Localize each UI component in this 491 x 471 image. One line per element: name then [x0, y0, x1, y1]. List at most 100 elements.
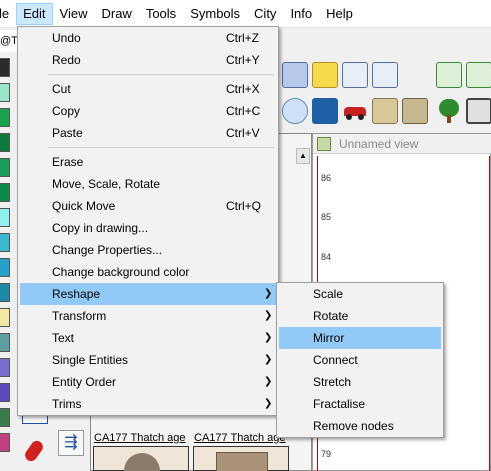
gear-icon[interactable] [282, 98, 308, 124]
check-doc-icon[interactable] [372, 62, 398, 88]
menu-item-scale[interactable]: Scale [279, 283, 441, 305]
color-swatch[interactable] [0, 283, 10, 302]
menu-item-shortcut: Ctrl+Z [226, 31, 259, 45]
menu-item-copy[interactable]: Copy Ctrl+C [20, 100, 276, 122]
menu-item-redo[interactable]: Redo Ctrl+Y [20, 49, 276, 71]
menu-item-shortcut: Ctrl+C [226, 104, 261, 118]
menu-item-move-scale-rotate[interactable]: Move, Scale, Rotate [20, 173, 276, 195]
menu-item-label: Rotate [313, 309, 349, 323]
menu-item-label: Reshape [52, 287, 101, 301]
color-swatch[interactable] [0, 333, 10, 352]
app-window: { "menubar": { "items": [ {"label": "le"… [0, 0, 491, 471]
menu-edit[interactable]: Edit [16, 2, 53, 25]
edit-menu: Undo Ctrl+Z Redo Ctrl+Y Cut Ctrl+X Copy … [17, 26, 279, 416]
color-swatch[interactable] [0, 308, 10, 327]
menu-city[interactable]: City [247, 3, 283, 25]
view-title: Unnamed view [313, 134, 491, 154]
menu-tools[interactable]: Tools [139, 3, 183, 25]
color-swatch[interactable] [0, 183, 10, 202]
menu-item-label: Redo [52, 53, 81, 67]
menu-item-label: Move, Scale, Rotate [52, 177, 161, 191]
color-swatch[interactable] [0, 58, 10, 77]
color-swatch[interactable] [0, 233, 10, 252]
menu-help[interactable]: Help [319, 3, 360, 25]
menu-view[interactable]: View [53, 3, 95, 25]
menu-item-fractalise[interactable]: Fractalise [279, 393, 441, 415]
menu-item-change-background-color[interactable]: Change background color [20, 261, 276, 283]
menu-item-quick-move[interactable]: Quick Move Ctrl+Q [20, 195, 276, 217]
extinguisher-icon[interactable] [22, 434, 46, 464]
menu-separator [48, 147, 274, 148]
ruler-label: 85 [321, 212, 332, 222]
cabinet-icon[interactable] [372, 98, 398, 124]
menu-item-label: Remove nodes [313, 419, 394, 433]
menu-item-label: Entity Order [52, 375, 117, 389]
menu-item-label: Mirror [313, 331, 345, 345]
color-swatch[interactable] [0, 383, 10, 402]
menu-item-trims[interactable]: Trims ❯ [20, 393, 276, 415]
color-swatch[interactable] [0, 108, 10, 127]
symbol-thumbnail[interactable] [93, 446, 189, 471]
menu-item-label: Transform [52, 309, 107, 323]
film-icon[interactable] [402, 98, 428, 124]
frame-icon[interactable] [466, 98, 491, 124]
color-swatch[interactable] [0, 158, 10, 177]
view-icon [317, 137, 331, 151]
submenu-arrow-icon: ❯ [264, 354, 273, 365]
menu-item-label: Cut [52, 82, 71, 96]
split-arrows-icon[interactable]: ⇶ [58, 430, 84, 456]
menu-item-undo[interactable]: Undo Ctrl+Z [20, 27, 276, 49]
menu-item-stretch[interactable]: Stretch [279, 371, 441, 393]
forward-doc-icon[interactable] [466, 62, 491, 88]
color-swatch-strip [0, 58, 14, 458]
menu-item-remove-nodes[interactable]: Remove nodes [279, 415, 441, 437]
menu-item-label: Change background color [52, 265, 190, 279]
hut-icon [124, 453, 160, 471]
menu-item-connect[interactable]: Connect [279, 349, 441, 371]
color-swatch[interactable] [0, 358, 10, 377]
settings-doc-icon[interactable] [282, 62, 308, 88]
scroll-up-arrow-icon[interactable]: ▲ [296, 148, 310, 164]
hourglass-icon[interactable] [312, 98, 338, 124]
color-swatch[interactable] [0, 208, 10, 227]
menu-item-text[interactable]: Text ❯ [20, 327, 276, 349]
menu-item-copy-in-drawing[interactable]: Copy in drawing... [20, 217, 276, 239]
color-swatch[interactable] [0, 83, 10, 102]
menu-item-label: Text [52, 331, 75, 345]
symbol-caption[interactable]: CA177 Thatch age [94, 431, 190, 445]
submenu-arrow-icon: ❯ [264, 398, 273, 409]
back-doc-icon[interactable] [436, 62, 462, 88]
menu-symbols[interactable]: Symbols [183, 3, 247, 25]
menu-item-cut[interactable]: Cut Ctrl+X [20, 78, 276, 100]
menu-item-shortcut: Ctrl+V [226, 126, 260, 140]
menu-item-label: Quick Move [52, 199, 116, 213]
toolbar [278, 56, 491, 126]
color-swatch[interactable] [0, 133, 10, 152]
color-swatch[interactable] [0, 408, 10, 427]
menu-item-single-entities[interactable]: Single Entities ❯ [20, 349, 276, 371]
menu-draw[interactable]: Draw [94, 3, 138, 25]
menu-file-partial[interactable]: le [0, 3, 16, 25]
menu-item-change-properties[interactable]: Change Properties... [20, 239, 276, 261]
menu-separator [48, 74, 274, 75]
car-icon[interactable] [342, 98, 368, 124]
menu-item-label: Connect [313, 353, 358, 367]
menu-item-reshape[interactable]: Reshape ❯ [20, 283, 276, 305]
menu-item-label: Stretch [313, 375, 352, 389]
menu-item-rotate[interactable]: Rotate [279, 305, 441, 327]
menu-item-mirror[interactable]: Mirror [279, 327, 441, 349]
symbol-thumbnail[interactable] [193, 446, 289, 471]
note-icon[interactable] [312, 62, 338, 88]
menu-item-paste[interactable]: Paste Ctrl+V [20, 122, 276, 144]
color-swatch[interactable] [0, 433, 10, 452]
menu-info[interactable]: Info [283, 3, 319, 25]
menu-item-erase[interactable]: Erase [20, 151, 276, 173]
menu-item-entity-order[interactable]: Entity Order ❯ [20, 371, 276, 393]
menu-bar: le Edit View Draw Tools Symbols City Inf… [0, 0, 491, 28]
menu-item-shortcut: Ctrl+X [226, 82, 260, 96]
color-swatch[interactable] [0, 258, 10, 277]
menu-item-transform[interactable]: Transform ❯ [20, 305, 276, 327]
edit-doc-icon[interactable] [342, 62, 368, 88]
ruler-label: 84 [321, 252, 332, 262]
tree-icon[interactable] [436, 98, 462, 124]
